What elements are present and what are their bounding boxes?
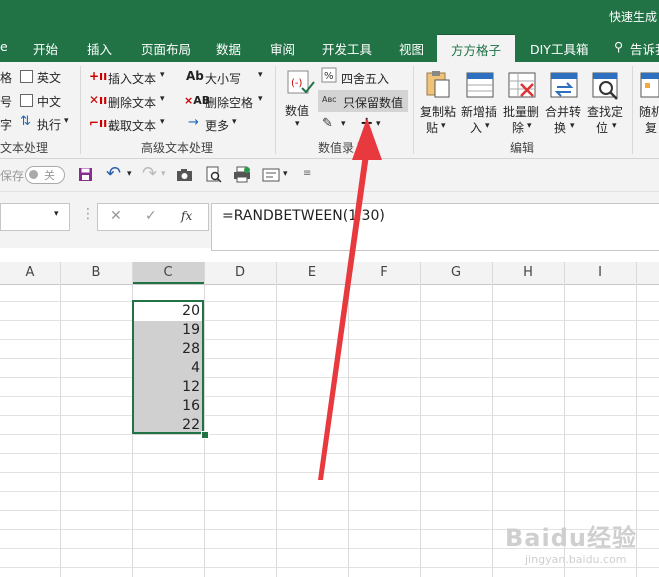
watermark-url: jingyan.baidu.com — [525, 553, 627, 566]
baidu-watermark: Baidu经验 jingyan.baidu.com — [505, 518, 655, 573]
watermark-brand: Baidu经验 — [505, 524, 637, 552]
annotation-arrow — [318, 118, 382, 480]
